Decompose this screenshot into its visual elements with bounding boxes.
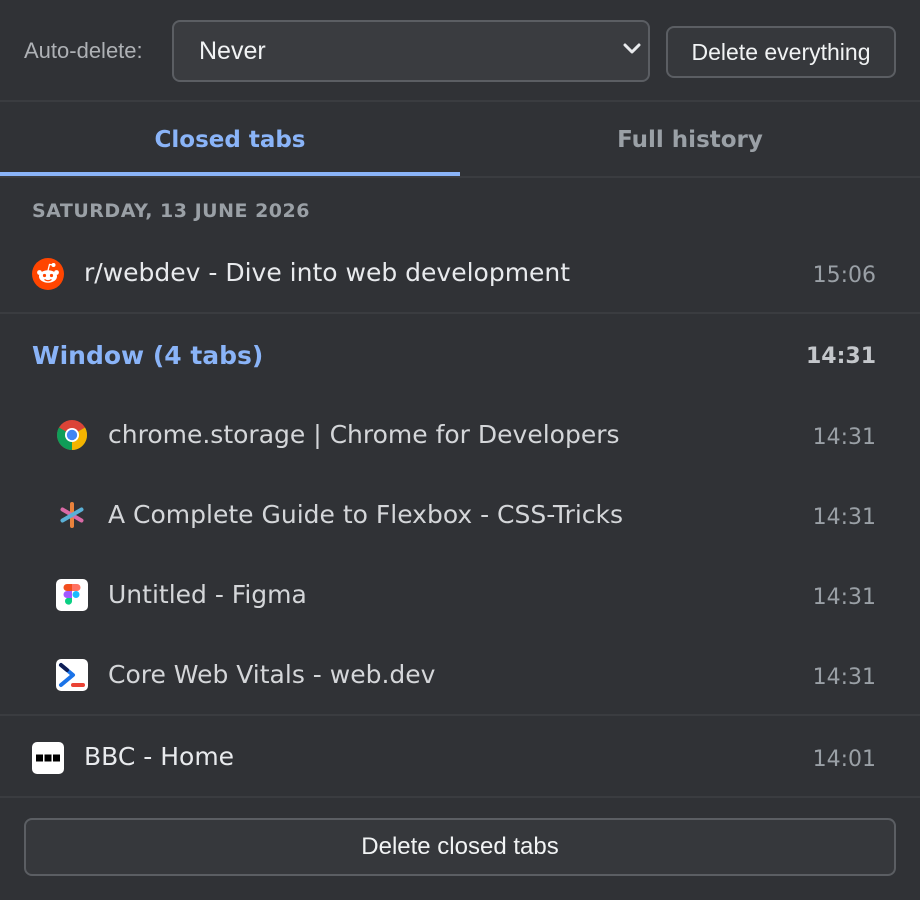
divider [0, 796, 920, 798]
entry-time: 15:06 [812, 263, 876, 288]
reddit-icon [32, 258, 64, 290]
window-group-title: Window (4 tabs) [32, 341, 264, 370]
list-item[interactable]: BBC - Home 14:01 [0, 722, 920, 794]
delete-everything-button[interactable]: Delete everything [666, 26, 896, 78]
entry-title: BBC - Home [84, 742, 235, 771]
date-header: SATURDAY, 13 JUNE 2026 [32, 200, 310, 222]
toolbar: Auto-delete: Never Delete everything [0, 0, 920, 102]
window-item-time: 14:31 [812, 585, 876, 610]
bbc-icon [32, 742, 64, 774]
window-item[interactable]: Untitled - Figma 14:31 [0, 560, 920, 632]
figma-icon [56, 579, 88, 611]
window-item-title: chrome.storage | Chrome for Developers [108, 420, 620, 449]
auto-delete-label: Auto-delete: [24, 38, 143, 63]
divider [0, 312, 920, 314]
window-item[interactable]: Core Web Vitals - web.dev 14:31 [0, 640, 920, 712]
window-item-title: A Complete Guide to Flexbox - CSS-Tricks [108, 500, 624, 529]
auto-delete-value: Never [199, 37, 266, 65]
window-item[interactable]: A Complete Guide to Flexbox - CSS-Tricks… [0, 480, 920, 552]
window-item-time: 14:31 [812, 665, 876, 690]
tab-bar: Closed tabs Full history [0, 104, 920, 178]
divider [0, 714, 920, 716]
chrome-icon [56, 420, 88, 450]
auto-delete-select[interactable]: Never [172, 20, 650, 82]
window-item-title: Core Web Vitals - web.dev [108, 660, 436, 689]
window-item-time: 14:31 [812, 505, 876, 530]
css-tricks-icon [60, 502, 84, 528]
web-dev-icon [56, 659, 88, 691]
window-item-time: 14:31 [812, 425, 876, 450]
window-item[interactable]: chrome.storage | Chrome for Developers 1… [0, 400, 920, 472]
window-group-header[interactable]: Window (4 tabs) 14:31 [0, 320, 920, 392]
tab-full-history[interactable]: Full history [460, 104, 920, 176]
list-item[interactable]: r/webdev - Dive into web development 15:… [0, 238, 920, 310]
delete-closed-tabs-button[interactable]: Delete closed tabs [24, 818, 896, 876]
tab-closed-tabs[interactable]: Closed tabs [0, 104, 460, 176]
entry-title: r/webdev - Dive into web development [84, 258, 571, 287]
chevron-down-icon [623, 43, 641, 54]
active-tab-indicator [0, 172, 460, 176]
window-group-time: 14:31 [805, 344, 876, 369]
entry-time: 14:01 [812, 747, 876, 772]
window-item-title: Untitled - Figma [108, 580, 307, 609]
